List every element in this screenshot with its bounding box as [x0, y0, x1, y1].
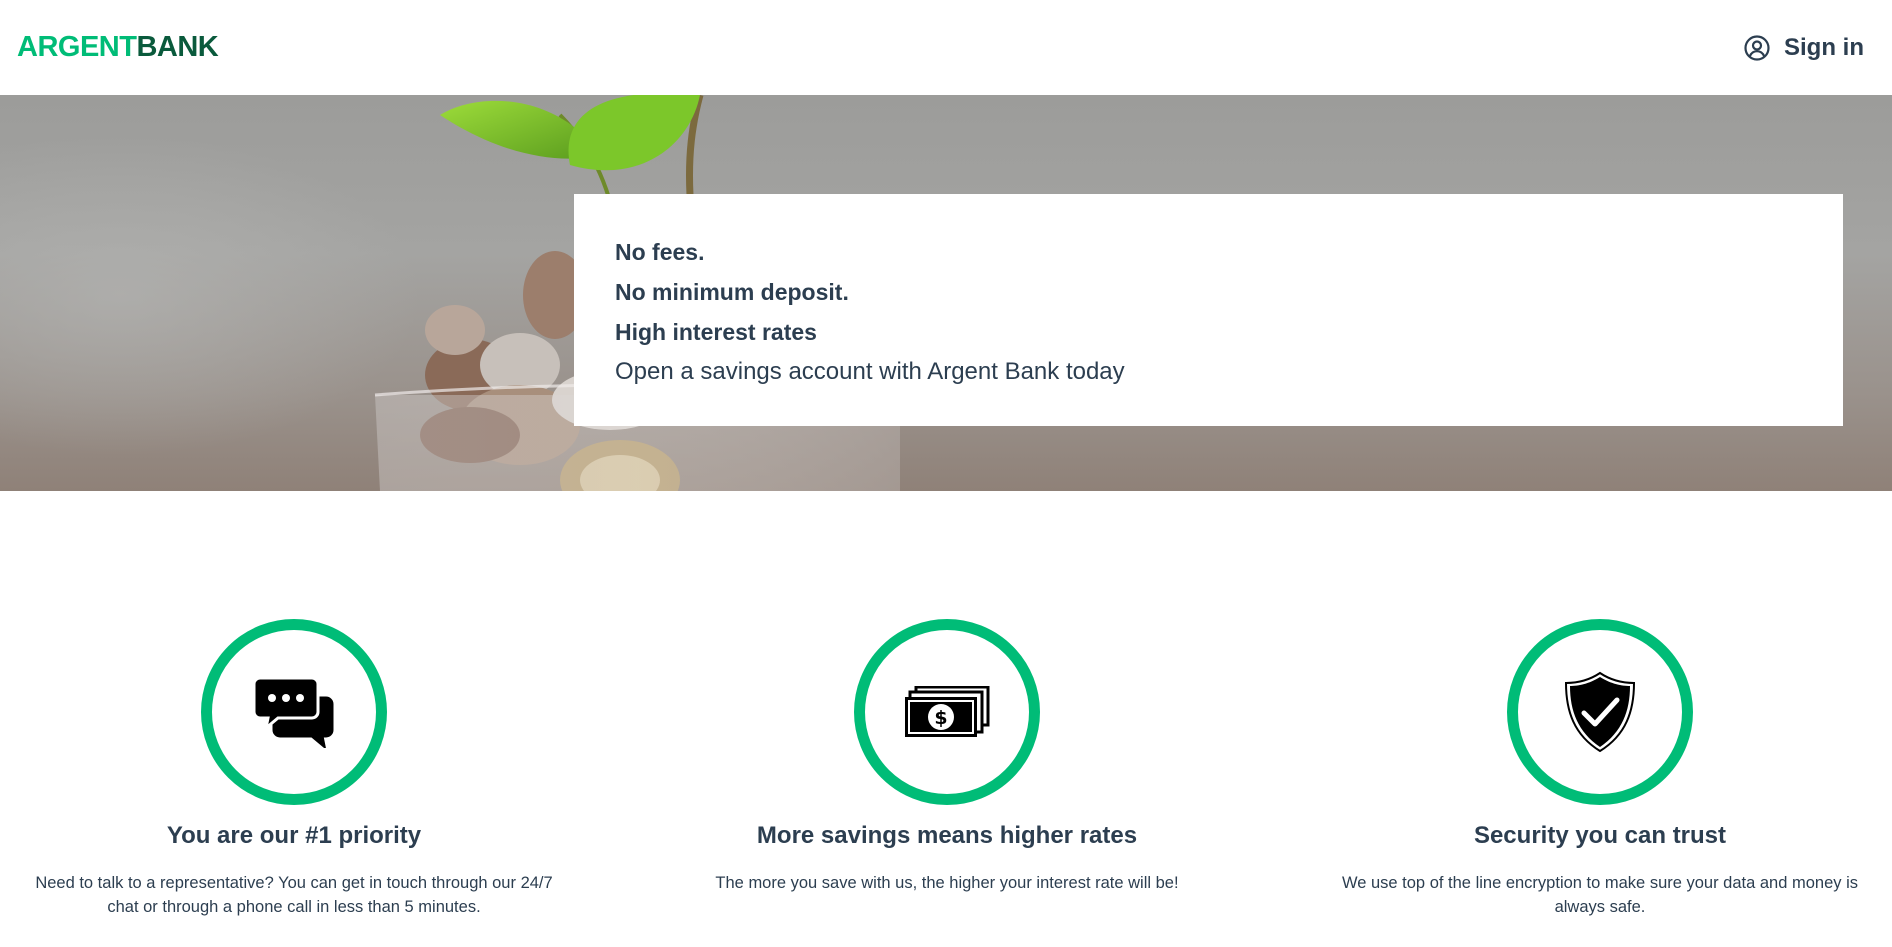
feature-title: Security you can trust — [1473, 822, 1727, 849]
hero-subtitle-interest: High interest rates — [615, 319, 817, 345]
feature-item-security: Security you can trust We use top of the… — [1320, 619, 1880, 919]
hero-subtitle-no-minimum: No minimum deposit. — [615, 279, 849, 305]
logo-text-argent: ARGENT — [17, 31, 137, 63]
feature-item-savings: $ More savings means higher rates The mo… — [667, 619, 1227, 895]
feature-title: You are our #1 priority — [166, 822, 422, 849]
chat-icon — [254, 676, 334, 748]
argent-bank-logo[interactable]: ARGENT BANK — [17, 31, 219, 64]
feature-text: The more you save with us, the higher yo… — [715, 874, 1179, 892]
hero-content-card: No fees. No minimum deposit. High intere… — [574, 194, 1843, 426]
feature-icon-circle — [1507, 619, 1693, 805]
feature-text: Need to talk to a representative? You ca… — [35, 874, 553, 916]
main-nav: ARGENT BANK Sign in — [0, 0, 1892, 95]
sign-in-link[interactable]: Sign in — [1744, 34, 1864, 62]
hero-text: Open a savings account with Argent Bank … — [615, 358, 1125, 385]
feature-title: More savings means higher rates — [756, 822, 1138, 849]
feature-item-priority: You are our #1 priority Need to talk to … — [14, 619, 574, 919]
feature-icon-circle — [201, 619, 387, 805]
security-shield-icon — [1564, 671, 1636, 753]
money-icon: $ — [905, 686, 990, 737]
user-circle-icon — [1744, 34, 1770, 61]
feature-icon-circle: $ — [854, 619, 1040, 805]
hero-subtitle-no-fees: No fees. — [615, 239, 705, 265]
feature-text: We use top of the line encryption to mak… — [1341, 874, 1859, 916]
logo-text-bank: BANK — [136, 31, 219, 63]
sign-in-label: Sign in — [1784, 33, 1864, 61]
svg-text:$: $ — [934, 707, 947, 729]
hero-banner: No fees. No minimum deposit. High intere… — [0, 95, 1892, 491]
